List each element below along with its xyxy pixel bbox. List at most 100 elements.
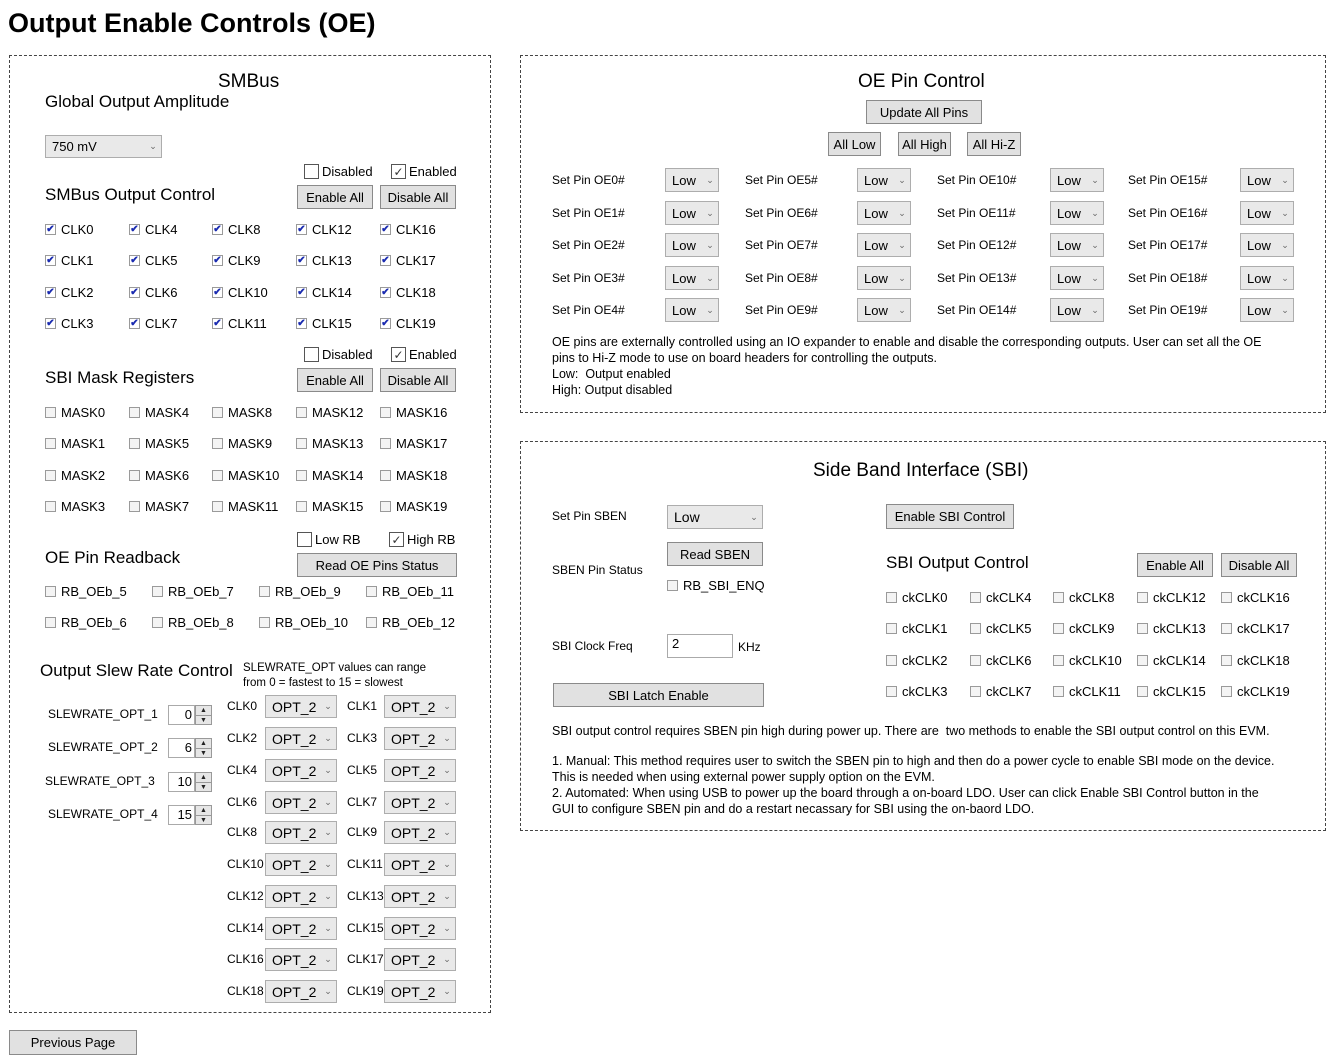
smbus-clk-checkbox[interactable]: ✔ CLK10 (212, 285, 268, 300)
slew-clk-select[interactable]: OPT_2 ⌄ (384, 853, 456, 876)
smbus-clk-checkbox[interactable]: ✔ CLK13 (296, 253, 352, 268)
spinner-value[interactable]: 0 (168, 705, 195, 725)
mask-checkbox[interactable]: MASK4 (129, 405, 189, 420)
arrow-up-icon[interactable]: ▲ (196, 706, 211, 716)
arrow-up-icon[interactable]: ▲ (196, 773, 211, 783)
oe-pin-select[interactable]: Low ⌄ (665, 168, 719, 192)
slewrate-opt-spinner[interactable]: 6 ▲ ▼ (168, 738, 212, 758)
arrow-down-icon[interactable]: ▼ (196, 783, 211, 792)
oe-pin-select[interactable]: Low ⌄ (1050, 168, 1104, 192)
spinner-arrows[interactable]: ▲ ▼ (195, 705, 212, 725)
oe-pin-select[interactable]: Low ⌄ (665, 266, 719, 290)
smbus-clk-checkbox[interactable]: ✔ CLK7 (129, 316, 178, 331)
oe-pin-select[interactable]: Low ⌄ (1050, 201, 1104, 225)
sbi-clk-checkbox[interactable]: ckCLK14 (1137, 653, 1206, 668)
smbus-clk-checkbox[interactable]: ✔ CLK8 (212, 222, 261, 237)
oe-pin-select[interactable]: Low ⌄ (1240, 298, 1294, 322)
readback-checkbox[interactable]: RB_OEb_11 (366, 584, 454, 599)
smbus-clk-checkbox[interactable]: ✔ CLK14 (296, 285, 352, 300)
smbus-clk-checkbox[interactable]: ✔ CLK11 (212, 316, 267, 331)
oe-pin-select[interactable]: Low ⌄ (857, 201, 911, 225)
slew-clk-select[interactable]: OPT_2 ⌄ (265, 695, 337, 718)
sbi-enable-all-button[interactable]: Enable All (1137, 553, 1213, 577)
mask-checkbox[interactable]: MASK16 (380, 405, 447, 420)
all-low-button[interactable]: All Low (828, 132, 881, 156)
oe-pin-select[interactable]: Low ⌄ (1240, 233, 1294, 257)
mask-checkbox[interactable]: MASK8 (212, 405, 272, 420)
mask-disable-all-button[interactable]: Disable All (380, 368, 456, 392)
mask-checkbox[interactable]: MASK15 (296, 499, 363, 514)
mask-checkbox[interactable]: MASK3 (45, 499, 105, 514)
arrow-up-icon[interactable]: ▲ (196, 806, 211, 816)
sbi-clk-checkbox[interactable]: ckCLK12 (1137, 590, 1206, 605)
mask-checkbox[interactable]: MASK11 (212, 499, 278, 514)
previous-page-button[interactable]: Previous Page (9, 1030, 137, 1055)
slew-clk-select[interactable]: OPT_2 ⌄ (265, 980, 337, 1003)
slew-clk-select[interactable]: OPT_2 ⌄ (265, 759, 337, 782)
slew-clk-select[interactable]: OPT_2 ⌄ (265, 885, 337, 908)
read-oe-pins-status-button[interactable]: Read OE Pins Status (297, 553, 457, 577)
sbi-clk-checkbox[interactable]: ckCLK2 (886, 653, 948, 668)
smbus-disable-all-button[interactable]: Disable All (380, 185, 456, 209)
spinner-arrows[interactable]: ▲ ▼ (195, 738, 212, 758)
slew-clk-select[interactable]: OPT_2 ⌄ (265, 948, 337, 971)
arrow-down-icon[interactable]: ▼ (196, 816, 211, 825)
sbi-clk-checkbox[interactable]: ckCLK15 (1137, 684, 1206, 699)
smbus-clk-checkbox[interactable]: ✔ CLK5 (129, 253, 178, 268)
spinner-value[interactable]: 10 (168, 772, 195, 792)
smbus-enabled-checkbox[interactable]: ✓ Enabled (391, 164, 457, 179)
slew-clk-select[interactable]: OPT_2 ⌄ (384, 980, 456, 1003)
slew-clk-select[interactable]: OPT_2 ⌄ (265, 917, 337, 940)
slew-clk-select[interactable]: OPT_2 ⌄ (384, 917, 456, 940)
mask-checkbox[interactable]: MASK12 (296, 405, 363, 420)
enable-sbi-control-button[interactable]: Enable SBI Control (886, 504, 1014, 529)
readback-checkbox[interactable]: RB_OEb_10 (259, 615, 348, 630)
spinner-arrows[interactable]: ▲ ▼ (195, 805, 212, 825)
mask-checkbox[interactable]: MASK13 (296, 436, 363, 451)
arrow-up-icon[interactable]: ▲ (196, 739, 211, 749)
mask-checkbox[interactable]: MASK10 (212, 468, 279, 483)
low-rb-checkbox[interactable]: Low RB (297, 532, 361, 547)
smbus-clk-checkbox[interactable]: ✔ CLK6 (129, 285, 178, 300)
oe-pin-select[interactable]: Low ⌄ (1240, 201, 1294, 225)
smbus-disabled-checkbox[interactable]: Disabled (304, 164, 373, 179)
smbus-enable-all-button[interactable]: Enable All (297, 185, 373, 209)
sbi-clk-checkbox[interactable]: ckCLK11 (1053, 684, 1121, 699)
oe-pin-select[interactable]: Low ⌄ (1050, 233, 1104, 257)
high-rb-checkbox[interactable]: ✓ High RB (389, 532, 455, 547)
mask-checkbox[interactable]: MASK2 (45, 468, 105, 483)
mask-checkbox[interactable]: MASK17 (380, 436, 447, 451)
set-pin-sben-select[interactable]: Low ⌄ (667, 505, 763, 529)
sbi-latch-enable-button[interactable]: SBI Latch Enable (553, 683, 764, 707)
slew-clk-select[interactable]: OPT_2 ⌄ (384, 885, 456, 908)
mask-disabled-checkbox[interactable]: Disabled (304, 347, 373, 362)
slew-clk-select[interactable]: OPT_2 ⌄ (384, 948, 456, 971)
oe-pin-select[interactable]: Low ⌄ (665, 298, 719, 322)
sbi-clk-checkbox[interactable]: ckCLK16 (1221, 590, 1290, 605)
mask-enabled-checkbox[interactable]: ✓ Enabled (391, 347, 457, 362)
smbus-clk-checkbox[interactable]: ✔ CLK3 (45, 316, 94, 331)
oe-pin-select[interactable]: Low ⌄ (1240, 168, 1294, 192)
smbus-clk-checkbox[interactable]: ✔ CLK9 (212, 253, 261, 268)
slewrate-opt-spinner[interactable]: 0 ▲ ▼ (168, 705, 212, 725)
mask-checkbox[interactable]: MASK14 (296, 468, 363, 483)
smbus-clk-checkbox[interactable]: ✔ CLK2 (45, 285, 94, 300)
mask-checkbox[interactable]: MASK1 (45, 436, 105, 451)
spinner-value[interactable]: 6 (168, 738, 195, 758)
smbus-clk-checkbox[interactable]: ✔ CLK12 (296, 222, 352, 237)
spinner-arrows[interactable]: ▲ ▼ (195, 772, 212, 792)
all-hiz-button[interactable]: All Hi-Z (967, 132, 1021, 156)
mask-checkbox[interactable]: MASK5 (129, 436, 189, 451)
update-all-pins-button[interactable]: Update All Pins (866, 100, 982, 124)
sbi-clk-checkbox[interactable]: ckCLK3 (886, 684, 948, 699)
sbi-clk-checkbox[interactable]: ckCLK7 (970, 684, 1032, 699)
mask-checkbox[interactable]: MASK18 (380, 468, 447, 483)
slew-clk-select[interactable]: OPT_2 ⌄ (265, 791, 337, 814)
mask-checkbox[interactable]: MASK6 (129, 468, 189, 483)
smbus-clk-checkbox[interactable]: ✔ CLK1 (45, 253, 94, 268)
sbi-clk-checkbox[interactable]: ckCLK10 (1053, 653, 1122, 668)
sbi-clk-checkbox[interactable]: ckCLK8 (1053, 590, 1115, 605)
oe-pin-select[interactable]: Low ⌄ (857, 168, 911, 192)
arrow-down-icon[interactable]: ▼ (196, 716, 211, 725)
slewrate-opt-spinner[interactable]: 10 ▲ ▼ (168, 772, 212, 792)
